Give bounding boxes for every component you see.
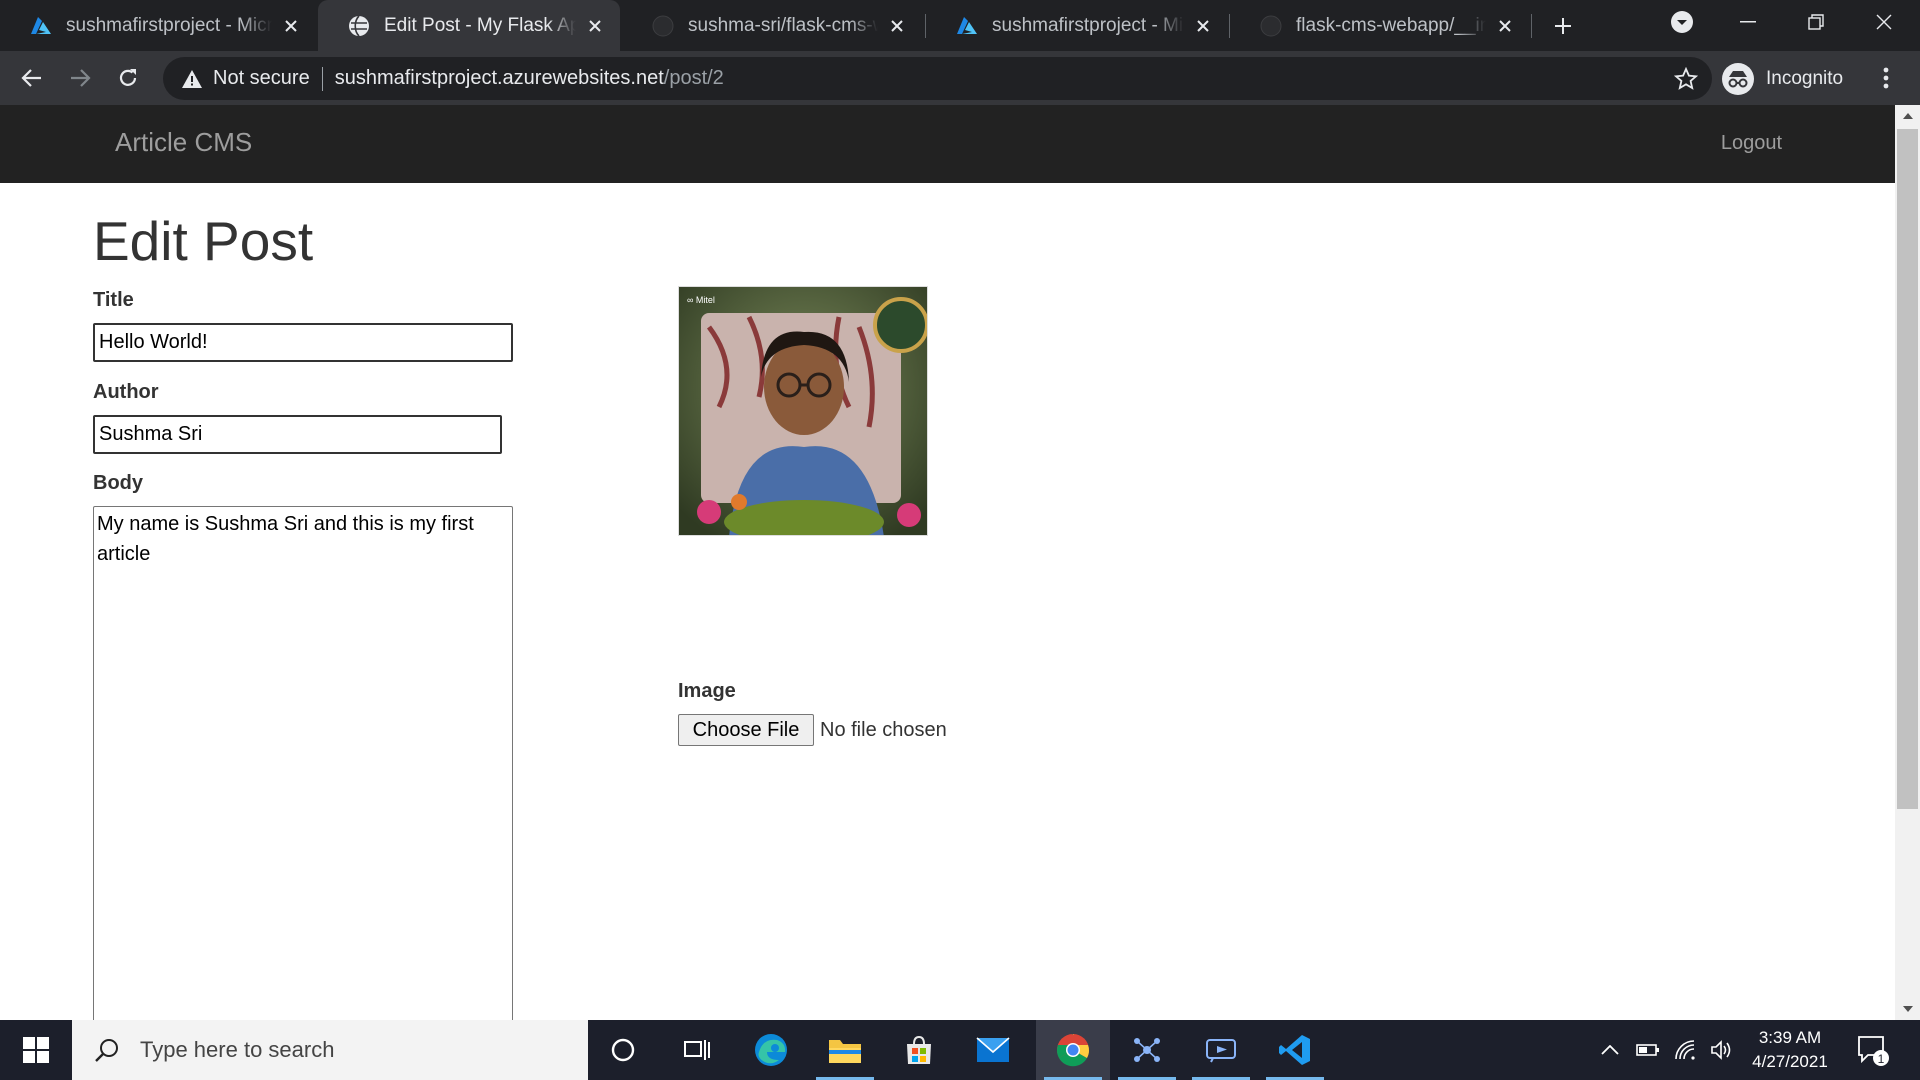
action-center-notification-icon[interactable]: 1 — [1856, 1033, 1890, 1067]
microsoft-store-icon[interactable] — [882, 1020, 956, 1080]
new-tab-button[interactable] — [1548, 11, 1578, 41]
address-bar[interactable]: Not secure sushmafirstproject.azurewebsi… — [163, 57, 1712, 100]
incognito-label: Incognito — [1766, 67, 1844, 89]
url-host: sushmafirstproject.azurewebsites.net — [334, 67, 664, 89]
reload-button[interactable] — [110, 60, 146, 96]
close-tab-icon[interactable] — [886, 15, 908, 37]
tab-edit-post[interactable]: Edit Post - My Flask Application — [318, 0, 620, 51]
brand-link[interactable]: Article CMS — [115, 127, 252, 158]
windows-start-button[interactable] — [0, 1020, 72, 1080]
scrollbar-thumb[interactable] — [1897, 129, 1918, 809]
tab-github-repo[interactable]: sushma-sri/flask-cms-webapp — [622, 0, 922, 51]
vscode-icon[interactable] — [1258, 1020, 1332, 1080]
body-label: Body — [93, 472, 143, 494]
search-placeholder: Type here to search — [140, 1037, 335, 1062]
wifi-icon[interactable] — [1670, 1020, 1702, 1080]
edge-browser-icon[interactable] — [734, 1020, 808, 1080]
forward-button[interactable] — [62, 60, 98, 96]
browser-menu-icon[interactable] — [1876, 64, 1896, 92]
github-icon — [1260, 15, 1282, 37]
battery-icon[interactable] — [1632, 1020, 1664, 1080]
scroll-up-arrow-icon[interactable] — [1895, 105, 1920, 127]
bookmark-star-icon[interactable] — [1673, 66, 1699, 91]
page-title: Edit Post — [93, 210, 314, 272]
github-icon — [652, 15, 674, 37]
svg-text:∞ Mitel: ∞ Mitel — [687, 295, 715, 305]
close-window-button[interactable] — [1854, 0, 1914, 44]
url-path: /post/2 — [663, 67, 724, 89]
windows-taskbar: Type here to search 3:39 AM 4/27/2021 1 — [0, 1020, 1920, 1080]
system-clock[interactable]: 3:39 AM 4/27/2021 — [1740, 1026, 1840, 1074]
tab-azure-portal-2[interactable]: sushmafirstproject - Microsoft Azure — [926, 0, 1228, 51]
notification-count-badge: 1 — [1878, 1052, 1885, 1066]
restore-window-button[interactable] — [1786, 0, 1846, 44]
tab-azure-portal-1[interactable]: sushmafirstproject - Microsoft Azure — [0, 0, 316, 51]
incognito-profile-button[interactable]: Incognito — [1722, 57, 1843, 100]
clock-date: 4/27/2021 — [1752, 1052, 1828, 1071]
close-tab-icon[interactable] — [584, 15, 606, 37]
title-input[interactable] — [93, 323, 513, 362]
address-divider — [321, 66, 323, 91]
browser-toolbar: Not secure sushmafirstproject.azurewebsi… — [0, 51, 1920, 105]
page-viewport: Article CMS Logout Edit Post Title Autho… — [0, 105, 1895, 1020]
back-button[interactable] — [14, 60, 50, 96]
warning-icon[interactable] — [181, 68, 203, 90]
network-app-icon[interactable] — [1110, 1020, 1184, 1080]
security-status[interactable]: Not secure — [213, 67, 310, 90]
chrome-icon[interactable] — [1036, 1020, 1110, 1080]
minimize-window-button[interactable] — [1718, 0, 1778, 44]
tab-github-init-file[interactable]: flask-cms-webapp/__init__.py — [1230, 0, 1530, 51]
close-tab-icon[interactable] — [1494, 15, 1516, 37]
globe-icon — [348, 14, 370, 37]
file-status-text: No file chosen — [820, 719, 947, 741]
close-tab-icon[interactable] — [1192, 15, 1214, 37]
author-input[interactable] — [93, 415, 502, 454]
incognito-icon — [1722, 62, 1754, 95]
clock-time: 3:39 AM — [1758, 1028, 1822, 1047]
taskbar-search-box[interactable]: Type here to search — [72, 1020, 588, 1080]
post-image: ∞ Mitel — [678, 286, 928, 536]
app-navbar: Article CMS Logout — [0, 105, 1895, 183]
author-label: Author — [93, 381, 159, 403]
azure-icon — [30, 15, 52, 37]
file-explorer-icon[interactable] — [808, 1020, 882, 1080]
search-icon — [92, 1035, 122, 1065]
volume-icon[interactable] — [1706, 1020, 1738, 1080]
choose-file-button[interactable]: Choose File — [678, 714, 814, 746]
show-hidden-icons-chevron-icon[interactable] — [1596, 1020, 1624, 1080]
browser-tab-strip: sushmafirstproject - Microsoft Azure Edi… — [0, 0, 1920, 51]
scroll-down-arrow-icon[interactable] — [1895, 998, 1920, 1020]
logout-link[interactable]: Logout — [1721, 132, 1782, 155]
close-tab-icon[interactable] — [280, 15, 302, 37]
tab-search-button[interactable] — [1652, 0, 1712, 44]
azure-icon — [956, 15, 978, 37]
cortana-icon[interactable] — [586, 1020, 660, 1080]
page-scrollbar[interactable] — [1895, 105, 1920, 1020]
image-label: Image — [678, 680, 736, 702]
meeting-app-icon[interactable] — [1184, 1020, 1258, 1080]
body-textarea[interactable]: My name is Sushma Sri and this is my fir… — [93, 506, 513, 1020]
mail-icon[interactable] — [956, 1020, 1030, 1080]
task-view-icon[interactable] — [660, 1020, 734, 1080]
title-label: Title — [93, 289, 134, 311]
